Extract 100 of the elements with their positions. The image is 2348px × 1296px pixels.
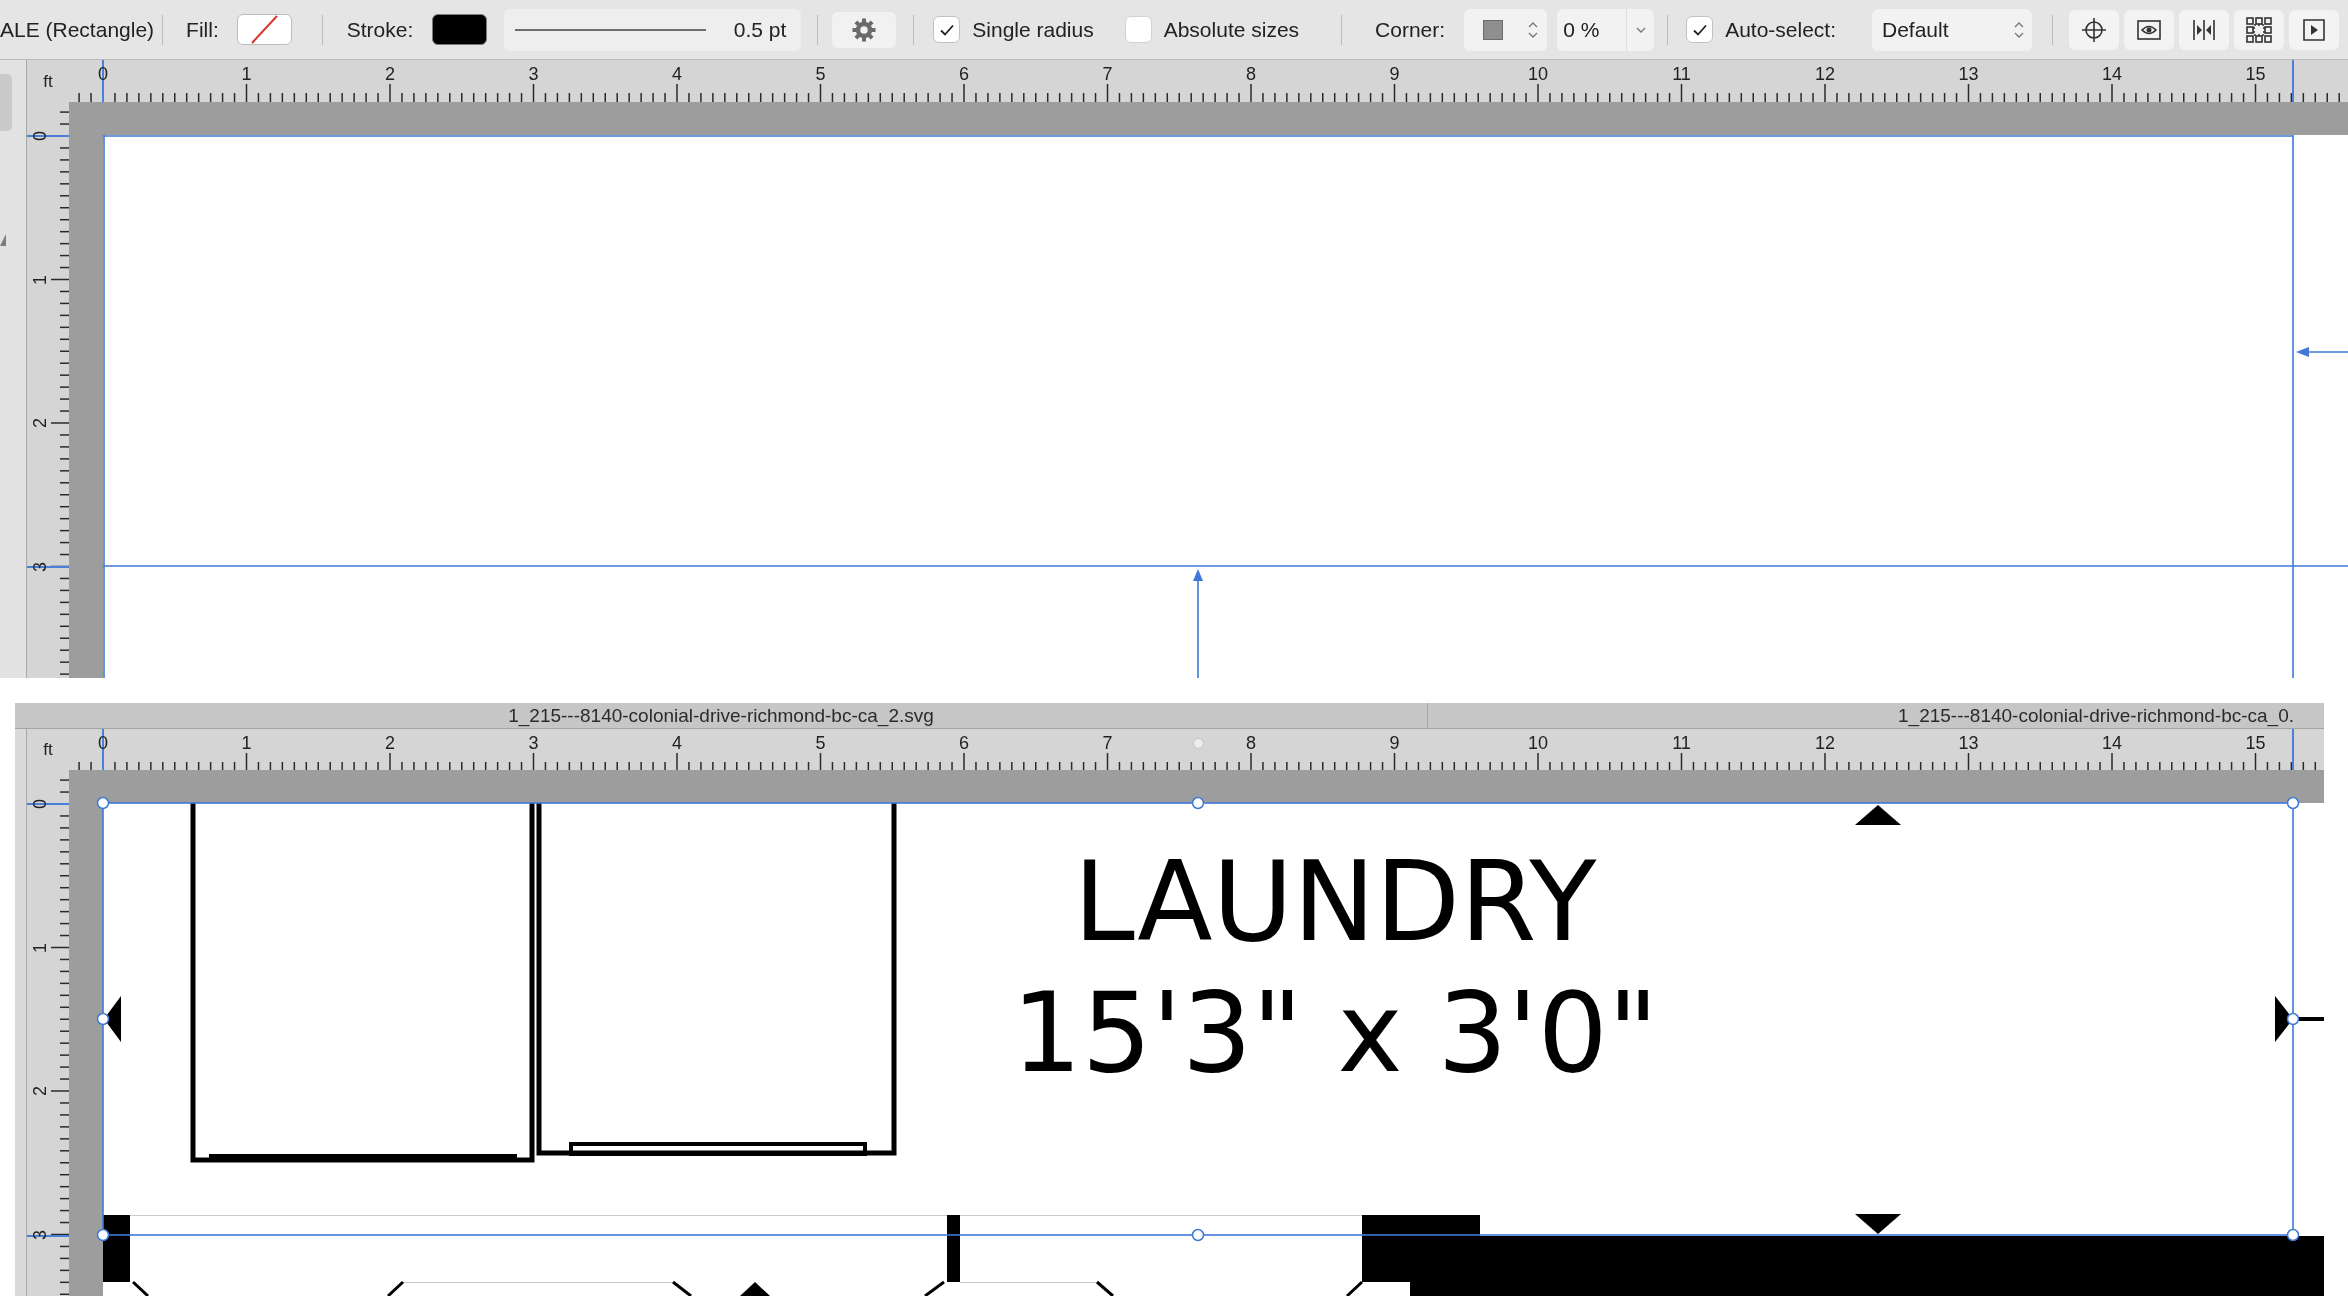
toolbar-button[interactable] [2234,9,2284,50]
toolbar-button[interactable] [2124,9,2174,50]
document-tab[interactable]: 1_215---8140-colonial-drive-richmond-bc-ca_2.svg [15,703,1428,728]
ruler-label: 1 [241,734,252,752]
checkbox[interactable] [933,16,961,43]
settings-button[interactable] [832,11,897,48]
ruler-label: 2 [385,65,395,83]
selection-handle[interactable] [2286,1228,2300,1242]
ruler-label: 3 [528,734,539,752]
triangle-marker [740,1282,770,1296]
ruler-unit-label: ft [43,73,53,91]
door-swing-line [924,1280,945,1296]
ruler-marker [27,1235,69,1237]
ruler-label: 9 [1389,65,1400,83]
corner-radius-field[interactable]: 0 % [1557,8,1655,51]
selection-handle[interactable] [96,796,110,810]
ruler-marker [2292,729,2294,770]
sidebar-handle[interactable] [0,74,12,131]
square-icon [1483,19,1504,40]
stroke-swatch[interactable] [432,14,488,45]
ruler-label: 4 [672,734,682,752]
corner-style-popup[interactable] [1464,8,1548,51]
ruler-label: 14 [2102,734,2122,752]
ruler-label: 3 [528,65,539,83]
selection-handle[interactable] [2286,1012,2300,1026]
document-tab[interactable]: 1_215---8140-colonial-drive-richmond-bc-ca_0. [1428,703,2324,728]
auto-select-dropdown[interactable]: Default [1872,8,2032,51]
guide-arrow [2296,347,2348,357]
room-name: LAUNDRY [1073,837,1597,968]
ruler-marker [27,135,69,137]
ruler-unit-label: ft [43,741,53,759]
checkbox[interactable] [1686,16,1714,43]
ruler-label: 1 [31,274,49,285]
ruler-label: 0 [31,131,49,141]
play-frame-icon [2301,16,2327,43]
ruler-label: 7 [1102,65,1113,83]
ruler-label: 8 [1246,734,1256,752]
ruler-label: 6 [959,65,969,83]
ruler-label: 5 [815,65,826,83]
ruler-label: 2 [31,1086,49,1096]
selection-handle[interactable] [2286,796,2300,810]
dimension-arrow [1855,805,1901,825]
corner-label: Corner: [1375,16,1446,43]
checkbox-label: Single radius [972,16,1094,43]
door-swing-line [386,1280,405,1296]
ruler-label: 4 [672,65,682,83]
ruler-label: 0 [31,799,49,809]
stroke-width-field[interactable]: 0.5 pt [504,8,802,51]
ruler-label: 1 [241,65,252,83]
chevron-updown-icon [2014,20,2024,39]
checkbox[interactable] [1124,16,1152,43]
ruler-marker [2292,60,2294,102]
ruler-marker [27,566,69,568]
door-swing-line [672,1280,692,1296]
dimension-arrow [2275,996,2324,1042]
ruler-label: 7 [1102,734,1113,752]
selection-handle[interactable] [1191,1228,1205,1242]
fill-swatch[interactable] [236,14,292,45]
crosshair-icon [2081,16,2107,43]
ruler-label: 6 [959,734,969,752]
grid-icon [2246,16,2272,43]
checkbox-label: Auto-select: [1725,16,1836,43]
fill-label: Fill: [186,16,219,43]
toolbar-button[interactable] [2179,9,2229,50]
stroke-width-value: 0.5 pt [733,17,787,42]
wall [103,1215,130,1282]
selection-handle[interactable] [96,1012,110,1026]
ruler-label: 13 [1958,65,1979,83]
ruler-label: 11 [1672,734,1691,752]
ruler-label: 13 [1958,734,1979,752]
ruler-label: 9 [1389,734,1400,752]
door-swing-line [1345,1280,1364,1296]
ruler-marker [1193,738,1204,749]
dimension-arrow [104,996,121,1042]
ruler-marker [27,803,69,805]
ruler-label: 12 [1815,65,1835,83]
wall [947,1215,960,1282]
selection-handle[interactable] [1191,796,1205,810]
ruler-label: 3 [31,1229,49,1240]
gear-icon [852,17,877,42]
ruler-label: 14 [2102,65,2122,83]
selection-handle[interactable] [96,1228,110,1242]
ruler-label: 10 [1528,734,1548,752]
ruler-label: 2 [385,734,395,752]
stroke-label: Stroke: [346,16,414,43]
ruler-label: 3 [31,561,49,572]
checkbox-label: Absolute sizes [1163,16,1300,43]
ruler-label: 11 [1672,65,1691,83]
ruler-label: 2 [31,418,49,428]
ruler-label: 12 [1815,734,1835,752]
dimension-arrow [1855,1214,1901,1234]
chevron-down-icon [1636,26,1647,33]
ruler-label: 15 [2245,734,2266,752]
room-dimensions: 15'3" x 3'0" [1011,968,1659,1099]
toolbar-button[interactable] [2069,9,2119,50]
chevron-updown-icon [1528,20,1539,39]
ruler-label: 10 [1528,65,1548,83]
toolbar-button[interactable] [2289,9,2339,50]
ruler-label: 15 [2245,65,2266,83]
door-swing-line [1096,1280,1114,1296]
